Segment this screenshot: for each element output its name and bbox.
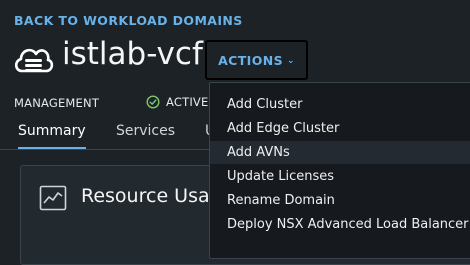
chart-icon (39, 185, 67, 211)
check-circle-icon (146, 95, 160, 109)
page-title: istlab-vcf (62, 36, 203, 72)
status-text: ACTIVE (166, 95, 209, 109)
chevron-down-icon: ⌄ (286, 55, 295, 66)
menu-item-add-edge-cluster[interactable]: Add Edge Cluster (210, 117, 470, 140)
menu-item-deploy-nsx-alb[interactable]: Deploy NSX Advanced Load Balancer (210, 213, 470, 236)
menu-item-rename-domain[interactable]: Rename Domain (210, 189, 470, 212)
menu-item-add-avns[interactable]: Add AVNs (210, 141, 470, 164)
menu-item-add-cluster[interactable]: Add Cluster (210, 93, 470, 116)
card-title: Resource Usa (81, 185, 210, 207)
back-to-workload-domains-link[interactable]: BACK TO WORKLOAD DOMAINS (14, 13, 243, 28)
cloud-icon (14, 48, 54, 73)
tab-services[interactable]: Services (116, 123, 175, 147)
actions-label: ACTIONS (218, 52, 283, 68)
tab-summary[interactable]: Summary (18, 123, 86, 150)
domain-type-label: MANAGEMENT (14, 96, 100, 110)
status-badge: ACTIVE (146, 95, 208, 109)
actions-button[interactable]: ACTIONS ⌄ (205, 40, 308, 80)
actions-dropdown-menu: Add Cluster Add Edge Cluster Add AVNs Up… (209, 82, 470, 259)
menu-item-update-licenses[interactable]: Update Licenses (210, 165, 470, 188)
